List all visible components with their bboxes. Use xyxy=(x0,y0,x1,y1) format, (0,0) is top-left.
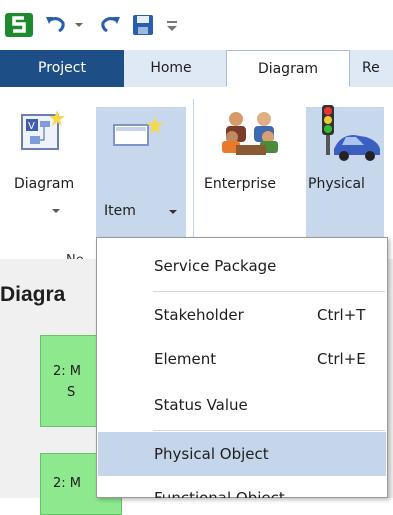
save-icon[interactable] xyxy=(130,12,156,38)
enterprise-button[interactable]: Enterprise xyxy=(200,87,304,247)
diagram-icon: V xyxy=(21,110,65,150)
tab-project[interactable]: Project xyxy=(0,50,124,87)
item-button-label: Item xyxy=(104,203,136,219)
menu-item-label: Status Value xyxy=(154,396,248,414)
ribbon-group-separator xyxy=(193,99,194,247)
redo-icon[interactable] xyxy=(96,12,124,38)
undo-icon[interactable] xyxy=(42,12,70,38)
node-sublabel: S xyxy=(67,385,76,400)
new-diagram-button[interactable]: V Diagram xyxy=(0,87,94,247)
app-logo-icon[interactable] xyxy=(2,12,36,38)
menu-item-shortcut: Ctrl+T xyxy=(317,306,366,324)
node-label: 2: M xyxy=(53,476,81,491)
ribbon-tab-bar: Project Home Diagram Re xyxy=(0,50,393,88)
chevron-down-icon xyxy=(52,209,60,213)
menu-separator xyxy=(153,430,385,431)
menu-item-stakeholder[interactable]: Stakeholder Ctrl+T xyxy=(98,293,386,337)
quick-access-toolbar xyxy=(0,0,393,50)
menu-item-functional-object[interactable]: Functional Object xyxy=(98,476,386,498)
tab-more[interactable]: Re xyxy=(362,50,393,87)
menu-item-label: Stakeholder xyxy=(154,306,244,324)
item-icon xyxy=(113,116,164,146)
physical-icon xyxy=(322,105,380,161)
menu-item-label: Physical Object xyxy=(154,445,269,463)
tab-diagram[interactable]: Diagram xyxy=(226,50,350,87)
menu-item-service-package[interactable]: Service Package xyxy=(98,244,386,288)
svg-text:V: V xyxy=(28,121,35,132)
physical-button[interactable]: Physical xyxy=(306,87,384,247)
diagram-button-label: Diagram xyxy=(14,176,75,192)
enterprise-icon xyxy=(222,112,278,155)
item-dropdown-menu: Service Package Stakeholder Ctrl+T Eleme… xyxy=(96,237,388,498)
tab-home[interactable]: Home xyxy=(130,50,212,87)
physical-button-label: Physical xyxy=(308,176,365,192)
menu-item-label: Functional Object xyxy=(154,489,285,498)
menu-item-label: Element xyxy=(154,350,217,368)
menu-separator xyxy=(153,291,385,292)
menu-item-shortcut: Ctrl+E xyxy=(317,350,366,368)
enterprise-button-label: Enterprise xyxy=(204,176,277,192)
undo-dropdown-icon[interactable] xyxy=(72,12,86,38)
menu-item-physical-object[interactable]: Physical Object xyxy=(98,432,386,476)
customize-toolbar-icon[interactable] xyxy=(162,12,182,38)
menu-item-element[interactable]: Element Ctrl+E xyxy=(98,337,386,381)
node-label: 2: M xyxy=(53,364,81,379)
pane-title: Diagra xyxy=(0,283,66,306)
new-item-button[interactable]: Item xyxy=(96,87,186,247)
item-dropdown-chevron-icon xyxy=(169,210,177,214)
menu-item-label: Service Package xyxy=(154,257,277,275)
ribbon-panel: V Diagram Item Enterprise Physical xyxy=(0,87,393,268)
menu-item-status-value[interactable]: Status Value xyxy=(98,383,386,427)
